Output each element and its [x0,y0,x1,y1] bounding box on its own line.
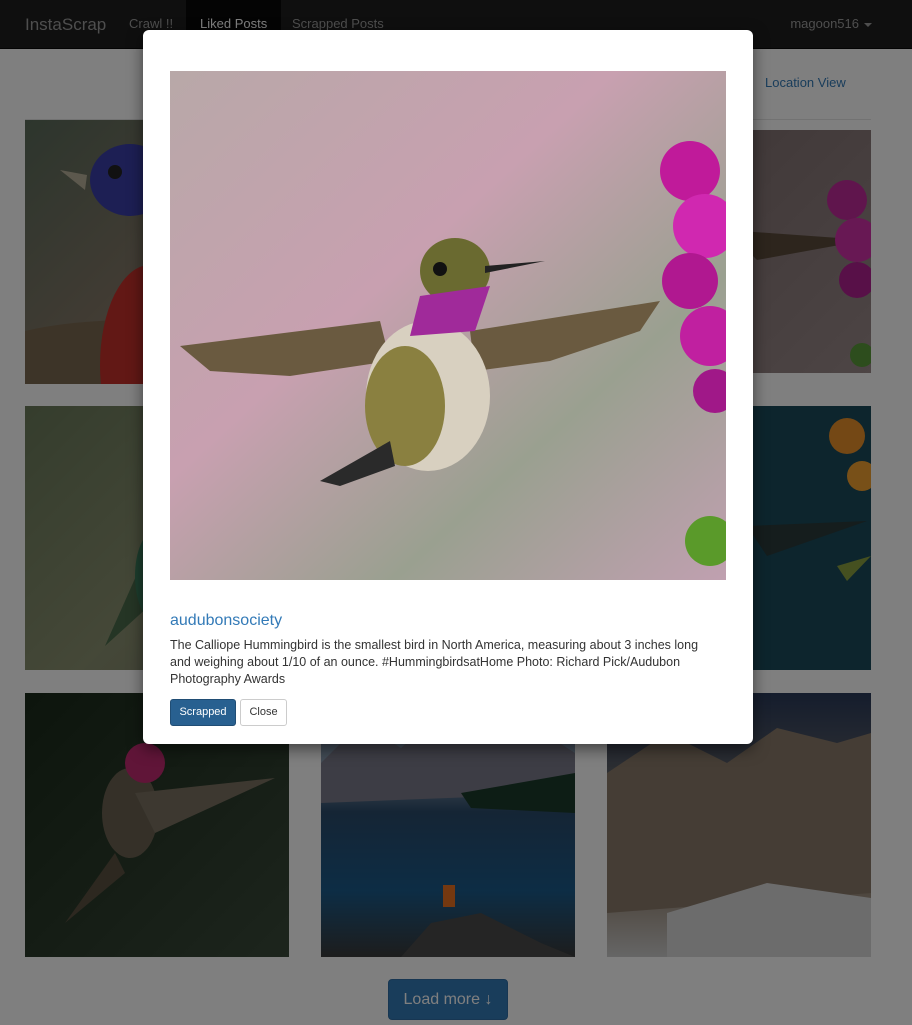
calliope-hummingbird-image [170,71,726,580]
post-owner-link[interactable]: audubonsociety [170,612,282,630]
post-caption: The Calliope Hummingbird is the smallest… [170,638,699,686]
close-button[interactable]: Close [240,699,287,726]
scrapped-button[interactable]: Scrapped [170,699,236,726]
post-image [170,71,726,580]
post-modal: audubonsociety The Calliope Hummingbird … [143,30,753,744]
